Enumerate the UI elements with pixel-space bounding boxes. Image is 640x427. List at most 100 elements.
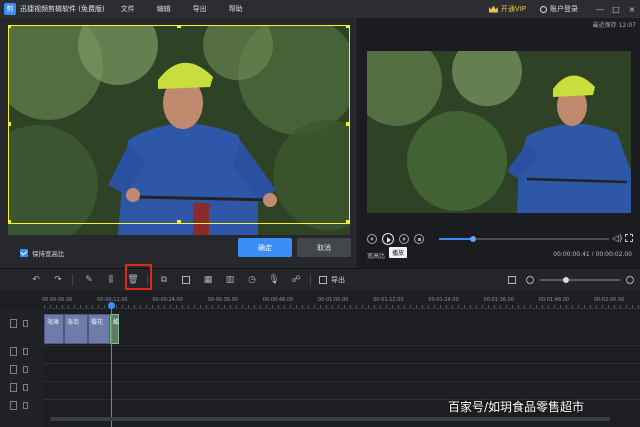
stop-button[interactable] — [414, 234, 424, 244]
app-logo-icon: 剪 — [4, 3, 16, 15]
preview-video[interactable] — [367, 51, 631, 213]
track-mute-icon[interactable] — [23, 384, 28, 391]
text-track-header — [0, 365, 44, 374]
next-frame-button[interactable] — [399, 234, 409, 244]
crop-canvas[interactable] — [8, 25, 350, 235]
maximize-button[interactable]: □ — [608, 5, 624, 14]
confirm-button[interactable]: 确定 — [238, 238, 292, 257]
text-track-icon — [10, 365, 17, 374]
crop-tool-highlight — [125, 264, 152, 290]
video-clip[interactable]: 海岛 — [64, 314, 88, 344]
fullscreen-icon[interactable] — [625, 234, 633, 242]
login-button[interactable]: 账户登录 — [540, 4, 578, 14]
zoom-control — [496, 274, 634, 286]
menu-edit[interactable]: 编辑 — [157, 4, 171, 14]
time-ruler[interactable]: 00:00:00.00 00:00:12.00 00:00:24.00 00:00:3… — [42, 291, 640, 309]
preview-image — [367, 51, 631, 213]
crop-handle-bottom-right[interactable] — [346, 220, 350, 224]
playhead-handle[interactable] — [108, 302, 115, 309]
track-mute-icon[interactable] — [23, 320, 28, 327]
video-track-header — [0, 319, 44, 328]
track-divider — [44, 363, 640, 364]
play-button[interactable] — [382, 233, 394, 245]
zoom-out-icon[interactable] — [526, 275, 534, 284]
zoom-slider[interactable] — [540, 276, 620, 283]
transition-icon[interactable] — [180, 274, 192, 286]
crop-handle-left[interactable] — [8, 122, 11, 126]
ruler-label: 00:00:48.00 — [262, 297, 294, 303]
video-clip[interactable]: 海滩 — [44, 314, 64, 344]
track-visibility-icon[interactable] — [23, 366, 28, 373]
track-divider — [44, 345, 640, 346]
title-bar: 剪 迅捷视频剪辑软件 (免费版) 文件 编辑 导出 帮助 开通VIP 账户登录 … — [0, 0, 640, 18]
watermark: 百家号/如玥食品零售超市 — [448, 400, 585, 414]
overlay-track-header — [0, 347, 44, 356]
ruler-label: 00:01:36.00 — [483, 297, 514, 303]
music-track-header — [0, 383, 44, 392]
cancel-button[interactable]: 取消 — [297, 238, 351, 257]
crop-handle-top[interactable] — [177, 25, 181, 28]
crown-icon — [488, 5, 498, 13]
zoom-knob[interactable] — [563, 276, 570, 283]
menu-bar: 文件 编辑 导出 帮助 — [121, 4, 265, 14]
video-track-icon — [10, 319, 17, 328]
ruler-label: 00:00:00.00 — [42, 297, 73, 303]
login-label: 账户登录 — [550, 5, 578, 13]
redo-icon[interactable]: ↷ — [52, 274, 64, 286]
track-headers — [0, 309, 44, 427]
vip-button[interactable]: 开通VIP — [488, 4, 526, 14]
playhead[interactable] — [111, 305, 112, 427]
crop-panel: 保持宽高比 确定 取消 — [0, 18, 358, 268]
toolbar-divider — [72, 273, 73, 286]
voice-change-icon[interactable]: ☍ — [290, 274, 302, 286]
keep-ratio-checkbox[interactable] — [20, 249, 28, 257]
menu-help[interactable]: 帮助 — [229, 4, 243, 14]
app-title: 迅捷视频剪辑软件 (免费版) — [20, 5, 105, 13]
track-mute-icon[interactable] — [23, 402, 28, 409]
track-mute-icon[interactable] — [23, 348, 28, 355]
crop-frame[interactable] — [8, 25, 350, 224]
crop-handle-top-right[interactable] — [346, 25, 350, 28]
ruler-label: 00:01:48.00 — [538, 297, 570, 303]
ruler-label: 00:01:24.00 — [428, 297, 459, 303]
progress-knob[interactable] — [470, 236, 476, 242]
zoom-in-icon[interactable] — [626, 275, 634, 284]
play-icon — [387, 236, 391, 243]
music-track-icon — [10, 383, 17, 392]
close-button[interactable]: × — [624, 5, 640, 14]
record-icon[interactable]: 🎙 — [268, 274, 280, 286]
volume-icon[interactable]: ◁) — [612, 234, 622, 244]
vip-label: 开通VIP — [500, 5, 526, 13]
speed-icon[interactable]: ▥ — [224, 274, 236, 286]
edit-toolbar: ↶ ↷ ✎ ⫼ 🗑 ⧉ ▦ ▥ ◷ 🎙 ☍ 导出 — [0, 268, 640, 290]
duration-icon[interactable]: ◷ — [246, 274, 258, 286]
aspect-ratio-label[interactable]: 宽高比 — [367, 251, 385, 260]
overlay-track-icon — [10, 347, 17, 356]
timeline: 00:00:00.00 00:00:12.00 00:00:24.00 00:00:3… — [0, 291, 640, 427]
ruler-ticks — [44, 305, 640, 308]
edit-icon[interactable]: ✎ — [83, 274, 95, 286]
playback-progress[interactable] — [439, 236, 609, 242]
fit-icon[interactable] — [506, 274, 518, 286]
minimize-button[interactable]: — — [592, 5, 608, 14]
menu-file[interactable]: 文件 — [121, 4, 135, 14]
split-icon[interactable]: ⫼ — [105, 274, 117, 286]
crop-handle-top-left[interactable] — [8, 25, 11, 28]
crop-handle-bottom-left[interactable] — [8, 220, 11, 224]
ruler-label: 00:01:00.00 — [317, 297, 349, 303]
undo-icon[interactable]: ↶ — [30, 274, 42, 286]
play-tooltip: 播放 — [389, 247, 408, 258]
mosaic-icon[interactable]: ▦ — [202, 274, 214, 286]
video-clip[interactable]: 樱花 — [88, 314, 110, 344]
keep-ratio-label: 保持宽高比 — [32, 250, 65, 258]
crop-handle-bottom[interactable] — [177, 220, 181, 224]
timeline-scrollbar[interactable] — [50, 417, 610, 421]
crop-icon[interactable]: ⧉ — [158, 274, 170, 286]
rewind-icon — [370, 237, 373, 241]
previous-frame-button[interactable] — [367, 234, 377, 244]
crop-handle-right[interactable] — [346, 122, 350, 126]
export-button[interactable]: 导出 — [319, 275, 345, 285]
save-status: 最近保存 12:07 — [592, 22, 636, 29]
menu-export[interactable]: 导出 — [193, 4, 207, 14]
track-divider — [44, 381, 640, 382]
